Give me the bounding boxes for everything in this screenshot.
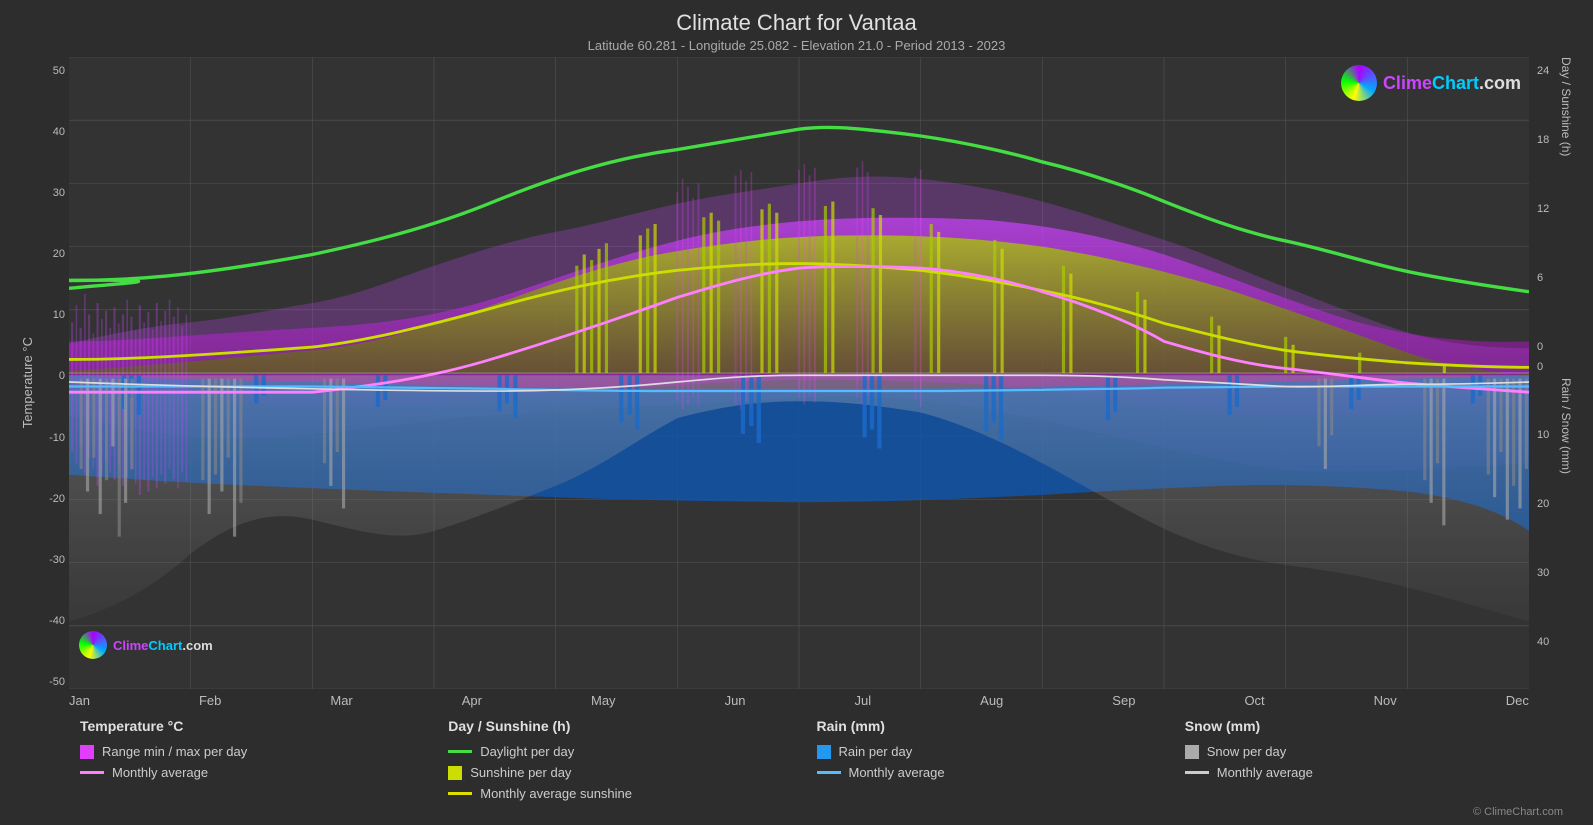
y-tick-left: -10 — [49, 432, 65, 444]
x-tick-mar: Mar — [330, 693, 352, 708]
x-tick-oct: Oct — [1244, 693, 1264, 708]
legend-swatch-snow-day — [1185, 745, 1199, 759]
legend-swatch-sunshine-avg — [448, 792, 472, 795]
y-tick-left: 50 — [53, 65, 65, 77]
legend-label-daylight: Daylight per day — [480, 744, 574, 759]
legend-swatch-rain-day — [817, 745, 831, 759]
x-tick-aug: Aug — [980, 693, 1003, 708]
legend-col-snow: Snow (mm) Snow per day Monthly average — [1185, 718, 1553, 801]
y-tick-right-rain: 10 — [1537, 429, 1555, 441]
y-axis-right-top-label: Day / Sunshine (h) — [1559, 57, 1573, 368]
y-tick-left: -40 — [49, 615, 65, 627]
y-tick-right-sunshine: 24 — [1537, 65, 1555, 77]
watermark-text: ClimeChart.com — [1383, 73, 1521, 94]
y-tick-right-rain: 0 — [1537, 361, 1555, 373]
legend-swatch-rain-avg — [817, 771, 841, 774]
legend-label-temp-range: Range min / max per day — [102, 744, 247, 759]
y-tick-right-rain: 20 — [1537, 498, 1555, 510]
x-tick-may: May — [591, 693, 616, 708]
y-axis-left-label: Temperature °C — [20, 337, 35, 428]
legend-label-rain-avg: Monthly average — [849, 765, 945, 780]
legend-item-snow-avg: Monthly average — [1185, 765, 1553, 780]
legend-item-temp-range: Range min / max per day — [80, 744, 448, 759]
y-tick-right-sunshine: 0 — [1537, 341, 1555, 353]
legend-item-rain-avg: Monthly average — [817, 765, 1185, 780]
legend-swatch-temp-range — [80, 745, 94, 759]
legend-label-sunshine-day: Sunshine per day — [470, 765, 571, 780]
y-tick-right-sunshine: 12 — [1537, 203, 1555, 215]
legend-swatch-snow-avg — [1185, 771, 1209, 774]
x-tick-apr: Apr — [462, 693, 482, 708]
y-tick-left: -30 — [49, 554, 65, 566]
legend-label-snow-day: Snow per day — [1207, 744, 1287, 759]
logo-icon — [1341, 65, 1377, 101]
legend-area: Temperature °C Range min / max per day M… — [20, 708, 1573, 806]
legend-item-daylight: Daylight per day — [448, 744, 816, 759]
page-wrapper: Climate Chart for Vantaa Latitude 60.281… — [0, 0, 1593, 825]
legend-label-temp-avg: Monthly average — [112, 765, 208, 780]
y-tick-left: -50 — [49, 676, 65, 688]
y-tick-right-sunshine: 6 — [1537, 272, 1555, 284]
x-tick-dec: Dec — [1506, 693, 1529, 708]
chart-title: Climate Chart for Vantaa — [20, 10, 1573, 36]
legend-title-rain: Rain (mm) — [817, 718, 1185, 734]
legend-col-sunshine: Day / Sunshine (h) Daylight per day Suns… — [448, 718, 816, 801]
legend-swatch-temp-avg — [80, 771, 104, 774]
legend-title-snow: Snow (mm) — [1185, 718, 1553, 734]
y-tick-left: 40 — [53, 126, 65, 138]
legend-swatch-daylight — [448, 750, 472, 753]
x-tick-feb: Feb — [199, 693, 221, 708]
y-tick-left: 10 — [53, 309, 65, 321]
watermark-top-right: ClimeChart.com — [1341, 65, 1521, 101]
legend-item-rain-day: Rain per day — [817, 744, 1185, 759]
y-tick-right-rain: 40 — [1537, 636, 1555, 648]
legend-col-temperature: Temperature °C Range min / max per day M… — [80, 718, 448, 801]
legend-title-sunshine: Day / Sunshine (h) — [448, 718, 816, 734]
x-tick-jul: Jul — [855, 693, 872, 708]
x-tick-nov: Nov — [1374, 693, 1397, 708]
y-tick-left: 20 — [53, 248, 65, 260]
watermark-bottom-left: ClimeChart.com — [79, 631, 213, 659]
legend-col-rain: Rain (mm) Rain per day Monthly average — [817, 718, 1185, 801]
x-tick-jan: Jan — [69, 693, 90, 708]
x-axis: Jan Feb Mar Apr May Jun Jul Aug Sep Oct … — [69, 689, 1529, 708]
legend-label-sunshine-avg: Monthly average sunshine — [480, 786, 632, 801]
legend-label-rain-day: Rain per day — [839, 744, 913, 759]
chart-subtitle: Latitude 60.281 - Longitude 25.082 - Ele… — [20, 38, 1573, 53]
legend-item-temp-avg: Monthly average — [80, 765, 448, 780]
y-tick-left: -20 — [49, 493, 65, 505]
legend-swatch-sunshine-day — [448, 766, 462, 780]
watermark-text-small: ClimeChart.com — [113, 638, 213, 653]
legend-title-temperature: Temperature °C — [80, 718, 448, 734]
legend-item-sunshine-day: Sunshine per day — [448, 765, 816, 780]
logo-icon-small — [79, 631, 107, 659]
y-tick-left: 30 — [53, 187, 65, 199]
x-tick-sep: Sep — [1112, 693, 1135, 708]
y-tick-right-rain: 30 — [1537, 567, 1555, 579]
legend-item-sunshine-avg: Monthly average sunshine — [448, 786, 816, 801]
legend-label-snow-avg: Monthly average — [1217, 765, 1313, 780]
chart-header: Climate Chart for Vantaa Latitude 60.281… — [20, 10, 1573, 53]
y-axis-right-bottom-label: Rain / Snow (mm) — [1559, 378, 1573, 689]
x-tick-jun: Jun — [725, 693, 746, 708]
chart-svg-container: ClimeChart.com ClimeChart.com — [69, 57, 1529, 689]
y-tick-right-sunshine: 18 — [1537, 134, 1555, 146]
y-tick-left: 0 — [59, 370, 65, 382]
copyright: © ClimeChart.com — [20, 806, 1573, 820]
legend-item-snow-day: Snow per day — [1185, 744, 1553, 759]
